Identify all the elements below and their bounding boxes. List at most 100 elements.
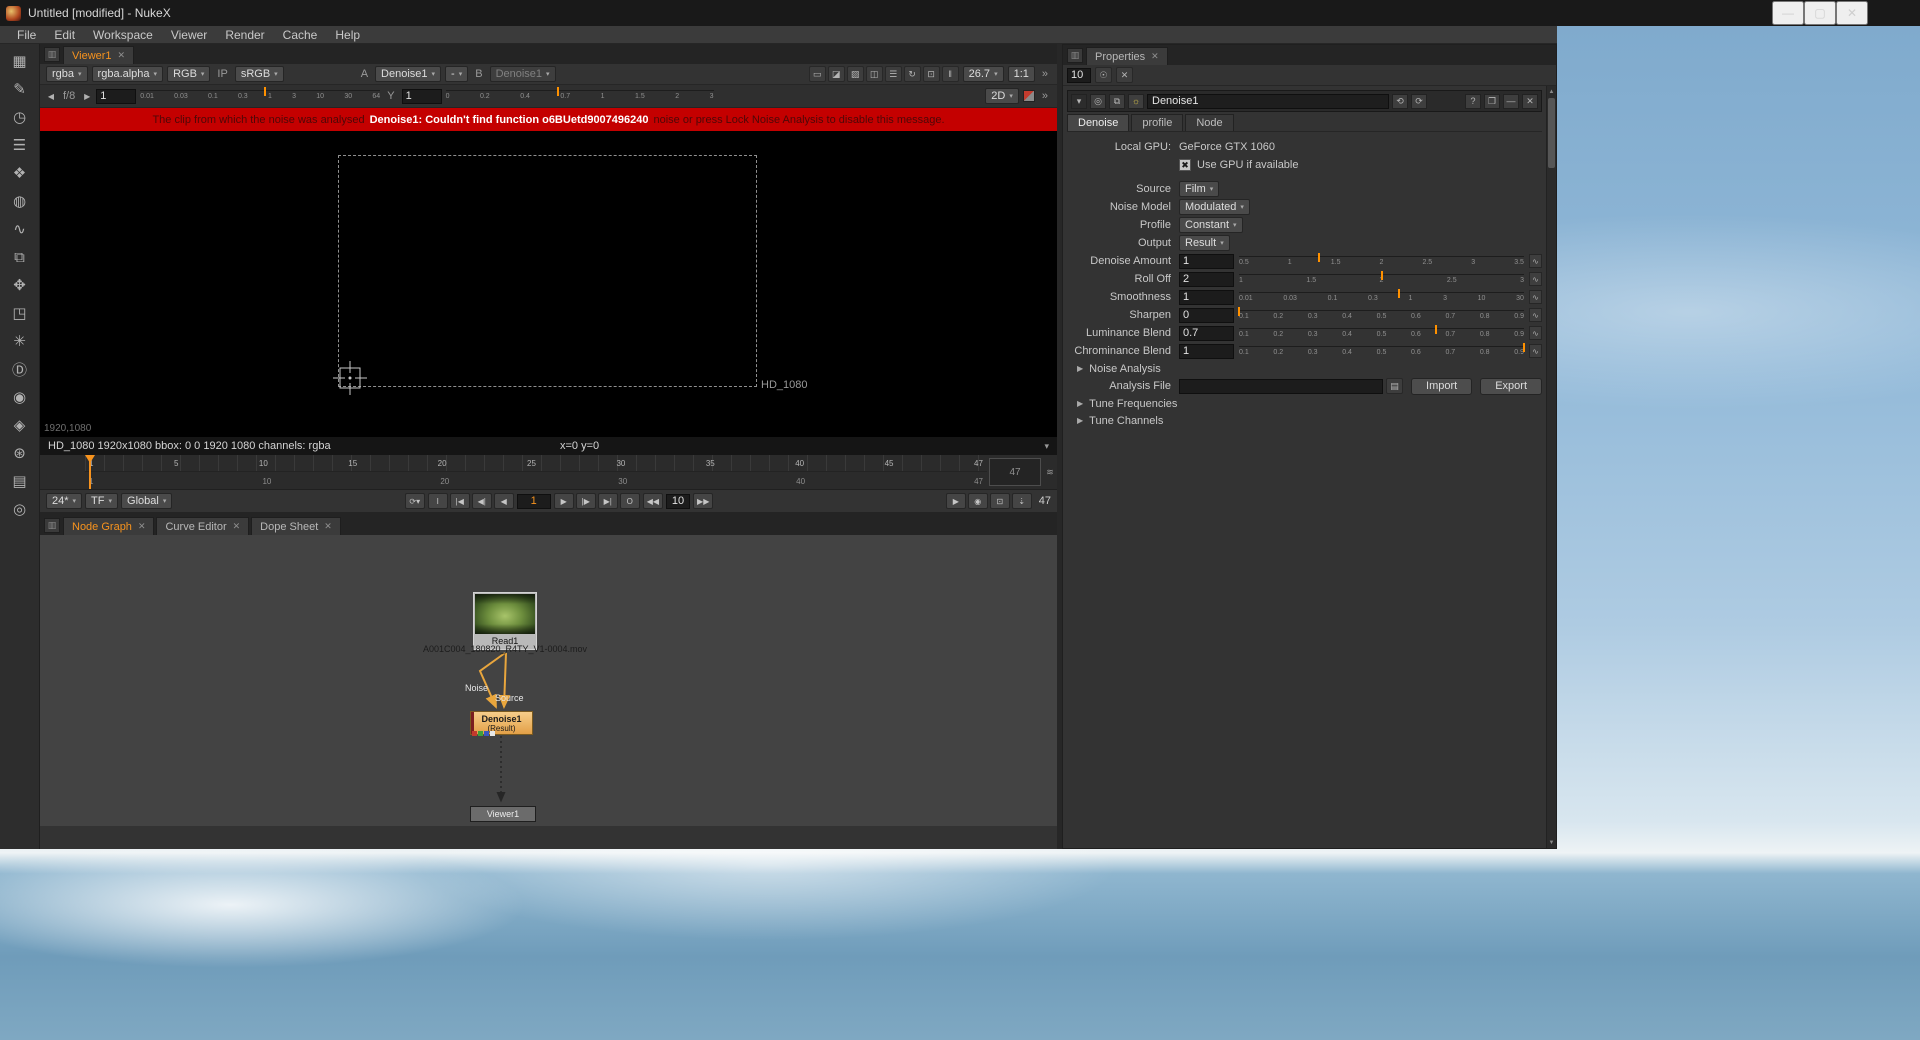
viewer-canvas[interactable]: HD_1080 1920,1080 [40,131,1057,437]
slider-handle[interactable] [1523,343,1525,352]
roll-off-input[interactable] [1179,272,1234,287]
pane-menu-icon[interactable]: ▥ [1067,48,1083,63]
center-node-icon[interactable]: ◎ [1090,94,1106,109]
scrollbar-thumb[interactable] [1548,98,1555,168]
channel-tools-icon[interactable]: ☰ [3,131,37,159]
tune-channels-section[interactable]: ▶ Tune Channels [1071,412,1542,429]
minimize-button[interactable]: — [1772,1,1804,25]
skip-amount-input[interactable] [666,494,690,509]
close-all-panels-icon[interactable]: ✕ [1116,67,1133,83]
pause-icon[interactable]: ‖ [942,66,959,82]
undo-icon[interactable]: ⟲ [1392,94,1408,109]
close-button[interactable]: ✕ [1836,1,1868,25]
render-icon[interactable]: ⇣ [1012,493,1032,509]
view-mode-dropdown[interactable]: 2D▾ [985,88,1019,104]
alpha-channel-dropdown[interactable]: rgba.alpha▾ [92,66,164,82]
chevron-down-icon[interactable]: ▾ [1044,441,1049,452]
range-out-button[interactable]: O [620,493,640,509]
gain-handle[interactable] [264,87,266,96]
flipbook-icon[interactable]: ▶ [946,493,966,509]
chrominance-blend-input[interactable] [1179,344,1234,359]
denoise-amount-slider[interactable]: 0.511.522.533.5 [1239,253,1524,269]
draw-tools-icon[interactable]: ✎ [3,75,37,103]
skip-back-button[interactable]: ◀◀ [643,493,663,509]
tune-frequencies-section[interactable]: ▶ Tune Frequencies [1071,395,1542,412]
redo-icon[interactable]: ⟳ [1411,94,1427,109]
node-name-field[interactable] [1147,94,1389,109]
roll-off-slider[interactable]: 11.522.53 [1239,271,1524,287]
lightbulb-icon[interactable]: ☼ [1128,94,1144,109]
time-tools-icon[interactable]: ◷ [3,103,37,131]
play-mode-button[interactable]: ⟳▾ [405,493,425,509]
particle-tools-icon[interactable]: ✳ [3,327,37,355]
tab-node-graph[interactable]: Node Graph ✕ [63,517,154,535]
help-icon[interactable]: ? [1465,94,1481,109]
pane-splitter-icon[interactable]: ≋ [1043,455,1057,489]
max-panels-input[interactable] [1067,68,1091,83]
menu-item[interactable]: Workspace [84,26,162,43]
denoise-node[interactable]: Denoise1 (Result) [470,711,533,735]
range-mode-dropdown[interactable]: TF▾ [85,493,118,509]
wipe-color-icon[interactable] [1023,90,1035,102]
wipe-mode-dropdown[interactable]: -▾ [445,66,468,82]
minimize-panel-icon[interactable]: — [1503,94,1519,109]
slider-handle[interactable] [1318,253,1320,262]
pane-menu-icon[interactable]: ▥ [44,47,60,62]
input-process-toggle[interactable]: IP [214,68,230,80]
transform-jack-icon[interactable] [333,361,367,395]
pixel-ratio-button[interactable]: 1:1 [1008,66,1035,82]
slider-handle[interactable] [1435,325,1437,334]
toolsets-icon[interactable]: ⊛ [3,439,37,467]
menu-item[interactable]: Help [326,26,369,43]
range-in-button[interactable]: I [428,493,448,509]
b-buffer-dropdown[interactable]: Denoise1▾ [490,66,556,82]
image-tools-icon[interactable]: ▦ [3,47,37,75]
sharpen-slider[interactable]: 0.10.20.30.40.50.60.70.80.9 [1239,307,1524,323]
animation-menu-button[interactable]: ∿ [1529,308,1542,322]
pane-menu-icon[interactable]: ▥ [44,518,60,533]
analysis-file-input[interactable] [1179,379,1383,394]
prev-keyframe-button[interactable]: ◀| [472,493,492,509]
luminance-blend-slider[interactable]: 0.10.20.30.40.50.60.70.80.9 [1239,325,1524,341]
maximize-button[interactable]: ▢ [1804,1,1836,25]
animation-menu-button[interactable]: ∿ [1529,254,1542,268]
slider-handle[interactable] [1381,271,1383,280]
tab-curve-editor[interactable]: Curve Editor ✕ [156,517,249,535]
tab-viewer1[interactable]: Viewer1 ✕ [63,46,134,64]
other-tools-icon[interactable]: ▤ [3,467,37,495]
goto-end-button[interactable]: ▶| [598,493,618,509]
channels-dropdown[interactable]: rgba▾ [46,66,88,82]
checker-icon[interactable]: ▨ [847,66,864,82]
link-node-icon[interactable]: ⧉ [1109,94,1125,109]
layers-icon[interactable]: ☰ [885,66,902,82]
slider-handle[interactable] [1398,289,1400,298]
close-icon[interactable]: ✕ [138,521,146,532]
timeline-ruler[interactable]: 15101520253035404547 11020304047 [85,455,987,489]
close-icon[interactable]: ✕ [233,521,241,532]
merge-tools-icon[interactable]: ⧉ [3,243,37,271]
menu-item[interactable]: Viewer [162,26,216,43]
current-frame-input[interactable] [517,494,551,509]
read-node[interactable]: Read1 [473,592,537,650]
help-icon[interactable]: ◎ [3,495,37,523]
gain-next-icon[interactable]: ▶ [82,92,92,101]
fps-dropdown[interactable]: 24*▾ [46,493,82,509]
export-button[interactable]: Export [1480,378,1542,395]
animation-menu-button[interactable]: ∿ [1529,272,1542,286]
colorspace-dropdown[interactable]: sRGB▾ [235,66,284,82]
gamma-slider[interactable]: 00.20.40.711.523 [446,87,714,105]
animation-menu-button[interactable]: ∿ [1529,344,1542,358]
node-graph-canvas[interactable]: Read1 A001C004_180820_R4TY_V1-0004.mov N… [40,535,1057,826]
slider-handle[interactable] [1238,307,1240,316]
pane-corner-icon[interactable]: » [1039,68,1051,80]
pin-panels-icon[interactable]: ☉ [1095,67,1112,83]
sharpen-input[interactable] [1179,308,1234,323]
frame-range-dropdown[interactable]: Global▾ [121,493,172,509]
menu-item[interactable]: File [8,26,45,43]
color-tools-icon[interactable]: ❖ [3,159,37,187]
node-color-swatch[interactable]: ▾ [1071,94,1087,109]
metadata-tools-icon[interactable]: ◈ [3,411,37,439]
luminance-blend-input[interactable] [1179,326,1234,341]
zoom-dropdown[interactable]: 26.7▾ [963,66,1004,82]
a-buffer-dropdown[interactable]: Denoise1▾ [375,66,441,82]
